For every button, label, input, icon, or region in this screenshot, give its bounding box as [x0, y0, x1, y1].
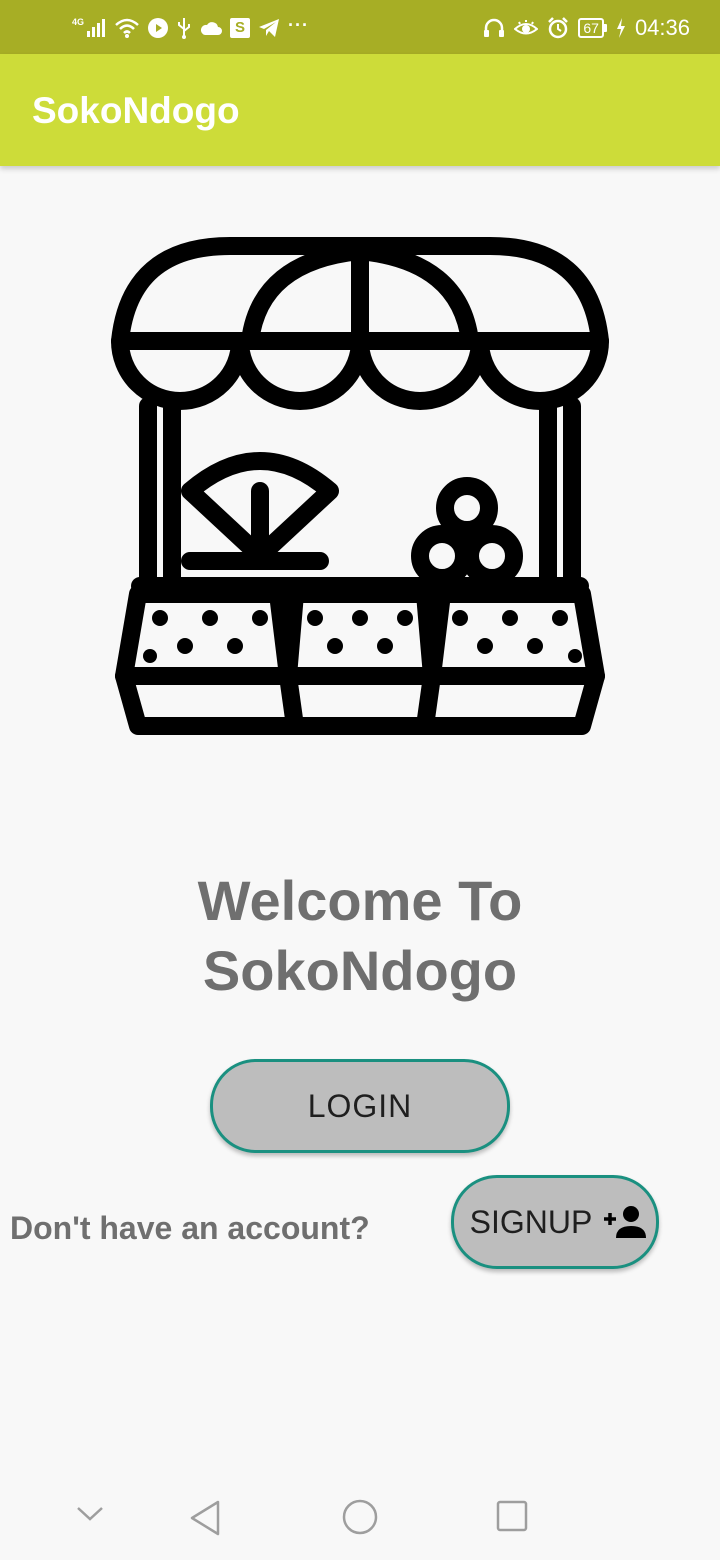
- usb-icon: [176, 17, 192, 39]
- app-bar: SokoNdogo: [0, 54, 720, 166]
- add-person-icon: [602, 1204, 647, 1240]
- signup-button[interactable]: SIGNUP: [451, 1175, 659, 1269]
- network-type-label: 4G: [72, 17, 85, 27]
- battery-indicator: 67: [578, 18, 607, 38]
- chevron-down-icon[interactable]: [74, 1504, 106, 1529]
- back-triangle-icon[interactable]: [188, 1498, 224, 1543]
- charging-icon: [616, 18, 626, 38]
- telegram-icon: [258, 18, 280, 38]
- play-icon: [148, 18, 169, 38]
- welcome-line-2: SokoNdogo: [202, 939, 518, 1002]
- status-bar: 4G S ··· 67 04:36: [0, 0, 720, 54]
- headphones-icon: [483, 18, 505, 38]
- wifi-icon: [114, 18, 140, 38]
- signup-button-label: SIGNUP: [469, 1203, 593, 1240]
- login-button-label: LOGIN: [307, 1087, 413, 1124]
- welcome-heading: Welcome To SokoNdogo: [60, 866, 660, 1006]
- recents-square-icon[interactable]: [494, 1498, 530, 1539]
- status-left-icons: 4G S ···: [72, 14, 309, 42]
- status-right-icons: 67 04:36: [483, 14, 690, 42]
- login-button[interactable]: LOGIN: [210, 1059, 510, 1153]
- signal-icon: [86, 19, 106, 37]
- welcome-line-1: Welcome To: [197, 869, 523, 932]
- no-account-text: Don't have an account?: [10, 1210, 370, 1246]
- more-notifications: ···: [288, 14, 309, 35]
- cloud-icon: [200, 20, 223, 36]
- market-stall-icon: [111, 237, 609, 735]
- alarm-icon: [547, 17, 569, 39]
- s-app-icon: S: [230, 18, 251, 38]
- home-circle-icon[interactable]: [341, 1498, 379, 1541]
- eye-icon: [514, 19, 539, 37]
- battery-level: 67: [578, 18, 604, 38]
- navigation-bar: [0, 1476, 720, 1560]
- app-title: SokoNdogo: [32, 90, 240, 131]
- status-clock: 04:36: [634, 15, 690, 40]
